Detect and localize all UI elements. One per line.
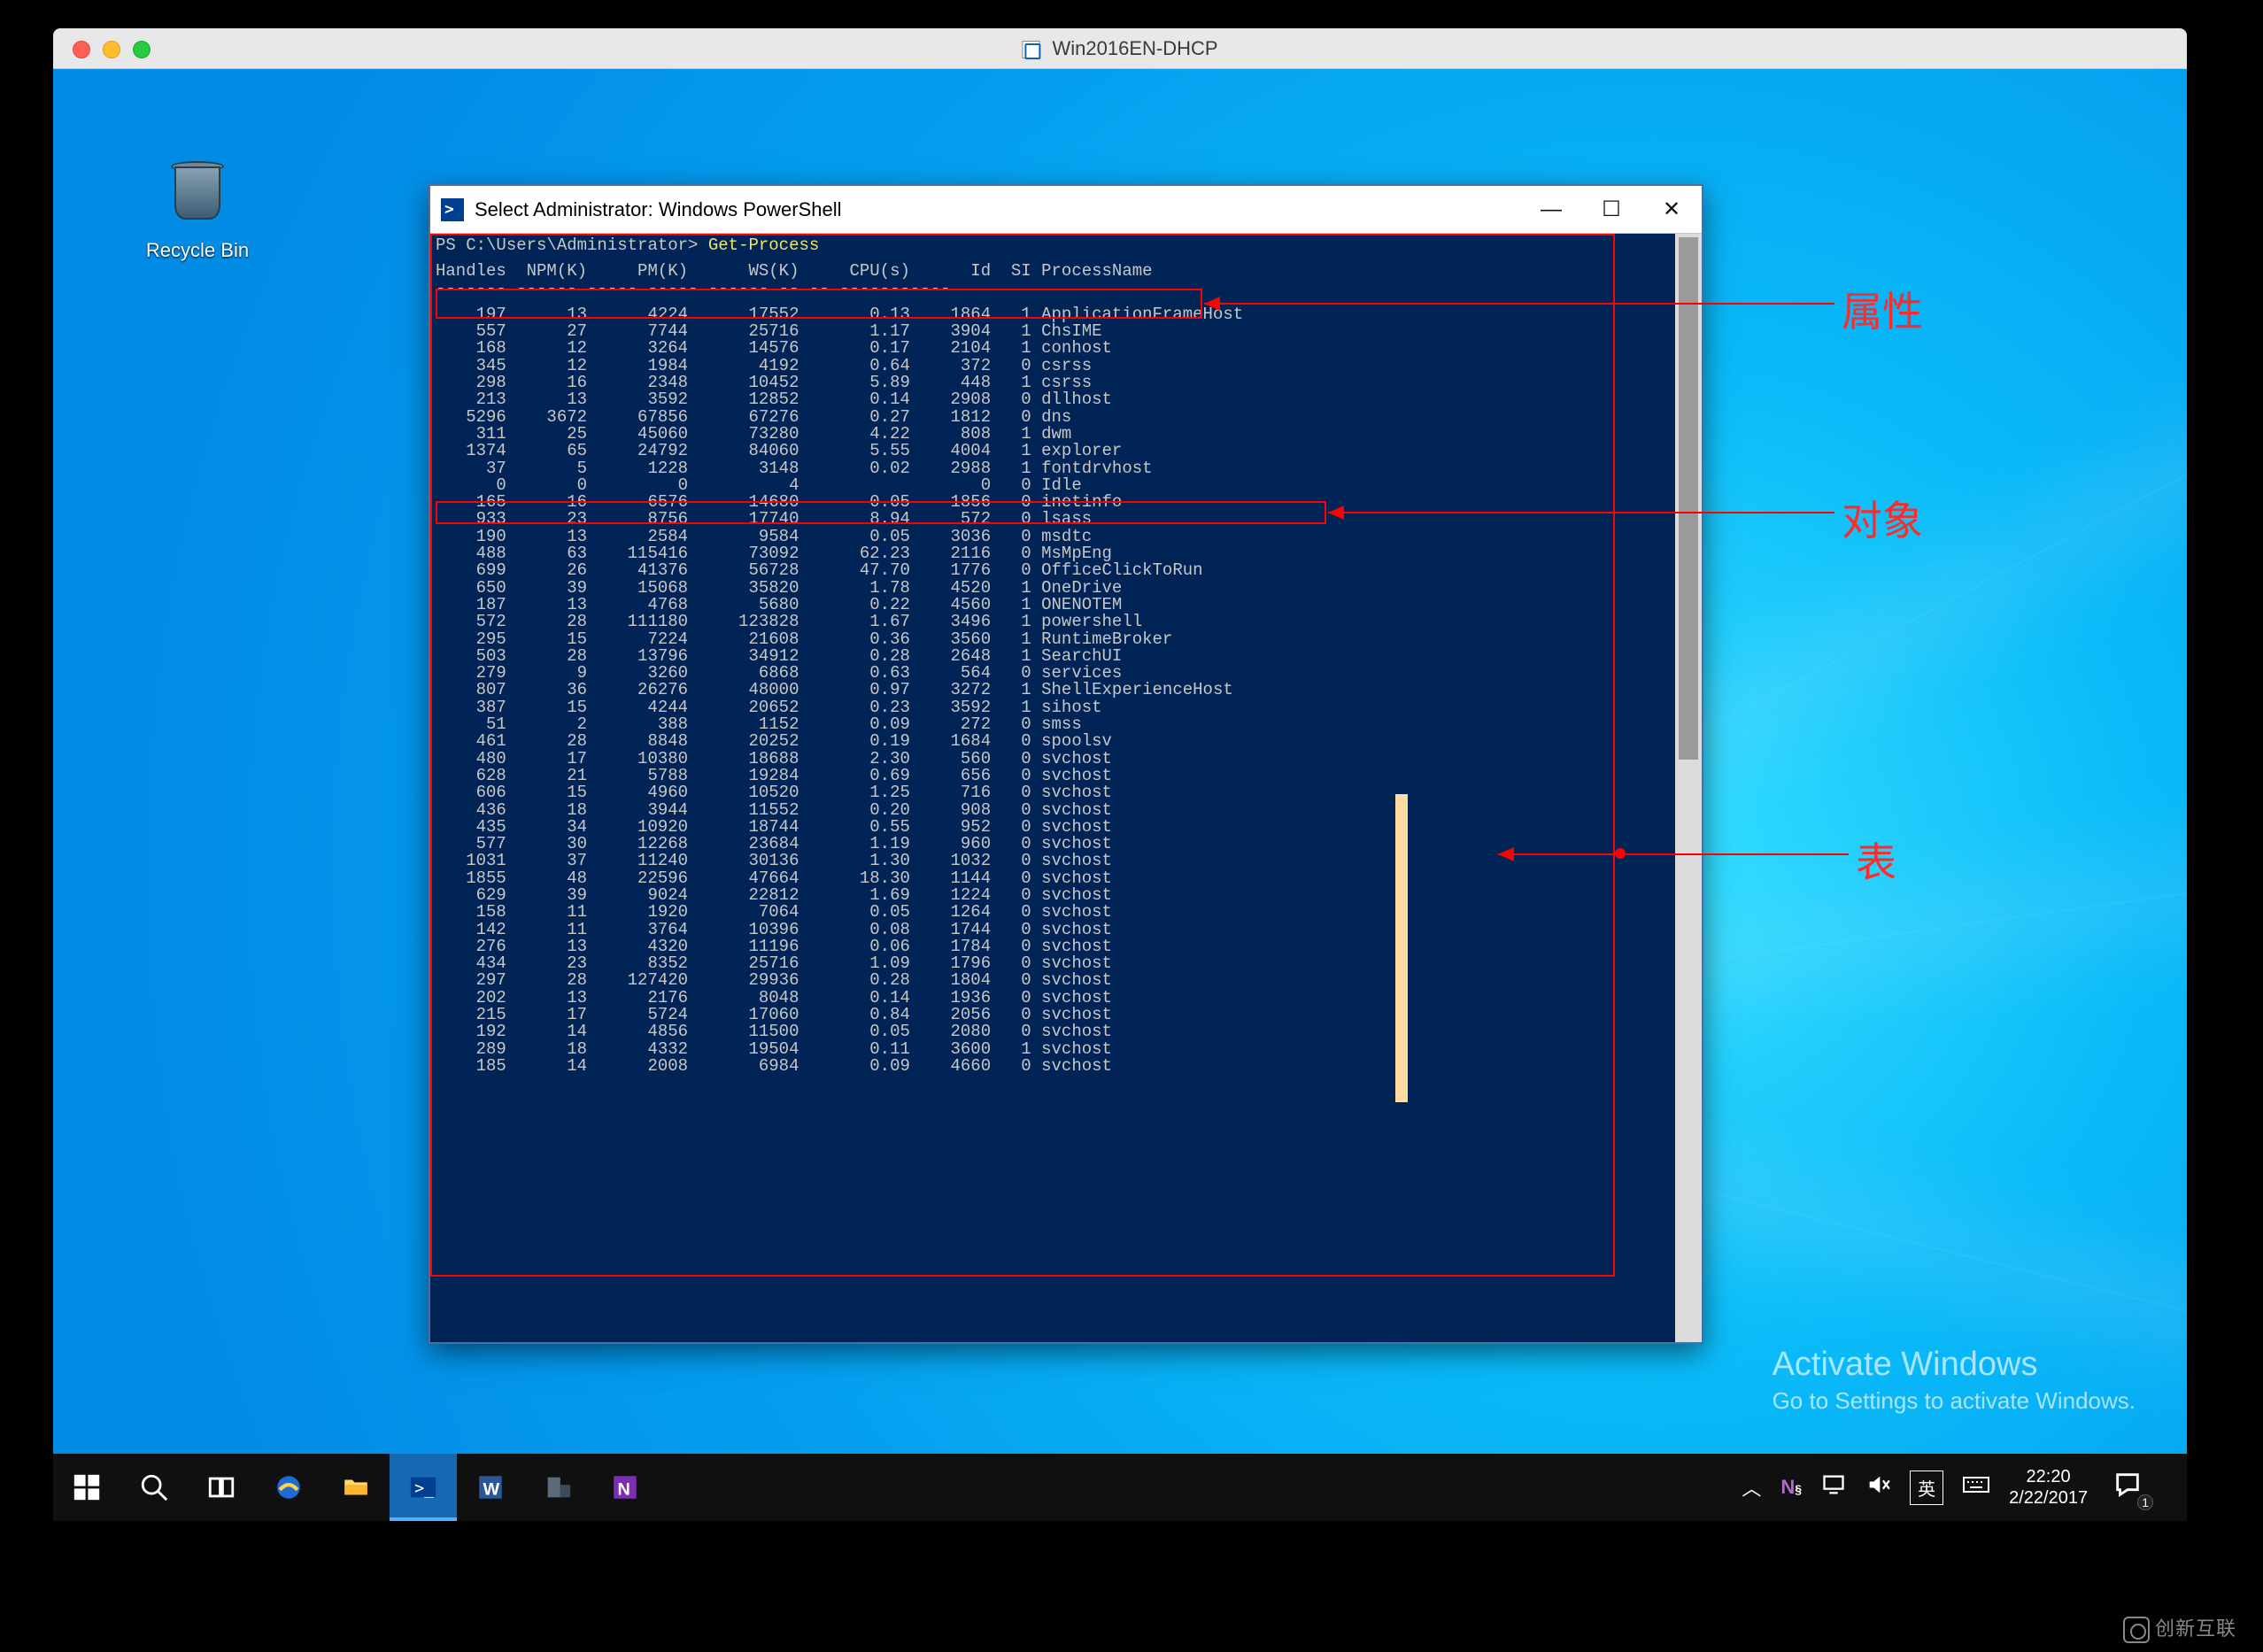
annotation-arrow-object — [1328, 512, 1834, 513]
process-row: 1374 65 24792 84060 5.55 4004 1 explorer — [436, 443, 1702, 459]
vm-icon — [1022, 41, 1039, 58]
powershell-titlebar[interactable]: Select Administrator: Windows PowerShell… — [430, 186, 1702, 234]
process-row: 185 14 2008 6984 0.09 4660 0 svchost — [436, 1058, 1702, 1075]
column-underline: ------- ------ ----- ----- ------ -- -- … — [436, 281, 1702, 297]
process-row: 807 36 26276 48000 0.97 3272 1 ShellExpe… — [436, 682, 1702, 699]
process-row: 699 26 41376 56728 47.70 1776 0 OfficeCl… — [436, 562, 1702, 579]
process-row: 297 28 127420 29936 0.28 1804 0 svchost — [436, 972, 1702, 989]
mac-titlebar: Win2016EN-DHCP — [53, 28, 2187, 69]
column-headers: Handles NPM(K) PM(K) WS(K) CPU(s) Id SI … — [436, 263, 1702, 280]
scrollbar-thumb[interactable] — [1679, 237, 1698, 760]
mac-minimize-button[interactable] — [103, 41, 120, 58]
scrollbar[interactable] — [1675, 234, 1702, 1342]
svg-text:N: N — [618, 1480, 630, 1500]
svg-text:>_: >_ — [414, 1479, 435, 1498]
taskbar-powershell[interactable]: >_ — [390, 1454, 457, 1521]
taskbar-server-manager[interactable] — [524, 1454, 591, 1521]
process-row: 295 15 7224 21608 0.36 3560 1 RuntimeBro… — [436, 631, 1702, 648]
watermark-logo-icon — [2123, 1617, 2150, 1643]
task-view-button[interactable] — [188, 1454, 255, 1521]
windows-logo-icon — [72, 1472, 102, 1502]
annotation-label-object: 对象 — [1842, 489, 1923, 547]
tray-onenote-icon[interactable]: N§ — [1780, 1476, 1802, 1499]
server-manager-icon — [543, 1472, 573, 1502]
tray-ime-indicator[interactable]: 英 — [1910, 1471, 1943, 1505]
powershell-window[interactable]: Select Administrator: Windows PowerShell… — [429, 184, 1703, 1344]
taskbar-onenote[interactable]: N — [591, 1454, 659, 1521]
process-row: 192 14 4856 11500 0.05 2080 0 svchost — [436, 1023, 1702, 1040]
ie-icon — [274, 1472, 304, 1502]
task-view-icon — [206, 1472, 236, 1502]
minimize-button[interactable]: — — [1521, 186, 1581, 234]
activate-windows-watermark: Activate Windows Go to Settings to activ… — [1773, 1346, 2136, 1415]
annotation-arrow-attr — [1204, 303, 1834, 305]
process-row: 606 15 4960 10520 1.25 716 0 svchost — [436, 784, 1702, 801]
taskbar-file-explorer[interactable] — [322, 1454, 390, 1521]
annotation-label-table: 表 — [1856, 830, 1896, 889]
windows-desktop[interactable]: Recycle Bin Select Administrator: Window… — [53, 69, 2187, 1521]
process-row: 933 23 8756 17740 8.94 572 0 lsass — [436, 511, 1702, 528]
start-button[interactable] — [53, 1454, 120, 1521]
arrowhead-icon — [1328, 506, 1344, 520]
recycle-bin-label: Recycle Bin — [140, 239, 255, 262]
process-row: 480 17 10380 18688 2.30 560 0 svchost — [436, 751, 1702, 768]
search-icon — [139, 1472, 169, 1502]
powershell-icon — [441, 198, 464, 221]
annotation-label-attr: 属性 — [1842, 280, 1923, 338]
process-row: 142 11 3764 10396 0.08 1744 0 svchost — [436, 922, 1702, 938]
desktop-icon-recycle-bin[interactable]: Recycle Bin — [140, 156, 255, 262]
mac-close-button[interactable] — [73, 41, 90, 58]
process-rows: 197 13 4224 17552 0.13 1864 1 Applicatio… — [436, 306, 1702, 1075]
tray-network-icon[interactable] — [1821, 1472, 1846, 1502]
search-button[interactable] — [120, 1454, 188, 1521]
powershell-output[interactable]: PS C:\Users\Administrator> Get-Process H… — [430, 234, 1702, 1342]
folder-icon — [341, 1472, 371, 1502]
process-row: 572 28 111180 123828 1.67 3496 1 powersh… — [436, 614, 1702, 630]
maximize-button[interactable]: ☐ — [1581, 186, 1641, 234]
powershell-icon: >_ — [408, 1472, 438, 1502]
annotation-arrow-table — [1498, 853, 1849, 855]
arrowhead-icon — [1498, 847, 1514, 861]
image-watermark: 创新互联 — [2123, 1613, 2236, 1643]
taskbar-word[interactable]: W — [457, 1454, 524, 1521]
onenote-icon: N — [610, 1472, 640, 1502]
tray-keyboard-icon[interactable] — [1963, 1474, 1989, 1501]
process-row: 461 28 8848 20252 0.19 1684 0 spoolsv — [436, 733, 1702, 750]
tray-notifications-icon[interactable]: 1 — [2112, 1470, 2164, 1505]
powershell-title: Select Administrator: Windows PowerShell — [475, 198, 842, 221]
arrowhead-icon — [1204, 297, 1220, 311]
annotation-dot — [1615, 848, 1626, 859]
prompt-line: PS C:\Users\Administrator> Get-Process — [436, 237, 1702, 254]
text-selection-caret — [1395, 794, 1408, 1102]
tray-clock[interactable]: 22:20 2/22/2017 — [2009, 1466, 2093, 1509]
mac-window-title: Win2016EN-DHCP — [1022, 37, 1217, 60]
svg-text:W: W — [483, 1480, 500, 1500]
process-row: 158 11 1920 7064 0.05 1264 0 svchost — [436, 904, 1702, 921]
tray-chevron-up-icon[interactable]: ︿ — [1742, 1473, 1761, 1501]
process-row: 37 5 1228 3148 0.02 2988 1 fontdrvhost — [436, 460, 1702, 477]
word-icon: W — [475, 1472, 506, 1502]
tray-volume-icon[interactable] — [1865, 1472, 1890, 1502]
system-tray[interactable]: ︿ N§ 英 22:20 2/22/2017 1 — [1718, 1454, 2187, 1521]
process-row: 213 13 3592 12852 0.14 2908 0 dllhost — [436, 391, 1702, 408]
taskbar[interactable]: >_ W N ︿ N§ 英 22:20 2/22/2 — [53, 1454, 2187, 1521]
recycle-bin-icon — [158, 156, 236, 234]
close-button[interactable]: ✕ — [1641, 186, 1702, 234]
process-row: 168 12 3264 14576 0.17 2104 1 conhost — [436, 340, 1702, 357]
process-row: 436 18 3944 11552 0.20 908 0 svchost — [436, 802, 1702, 819]
taskbar-ie[interactable] — [255, 1454, 322, 1521]
mac-zoom-button[interactable] — [133, 41, 151, 58]
